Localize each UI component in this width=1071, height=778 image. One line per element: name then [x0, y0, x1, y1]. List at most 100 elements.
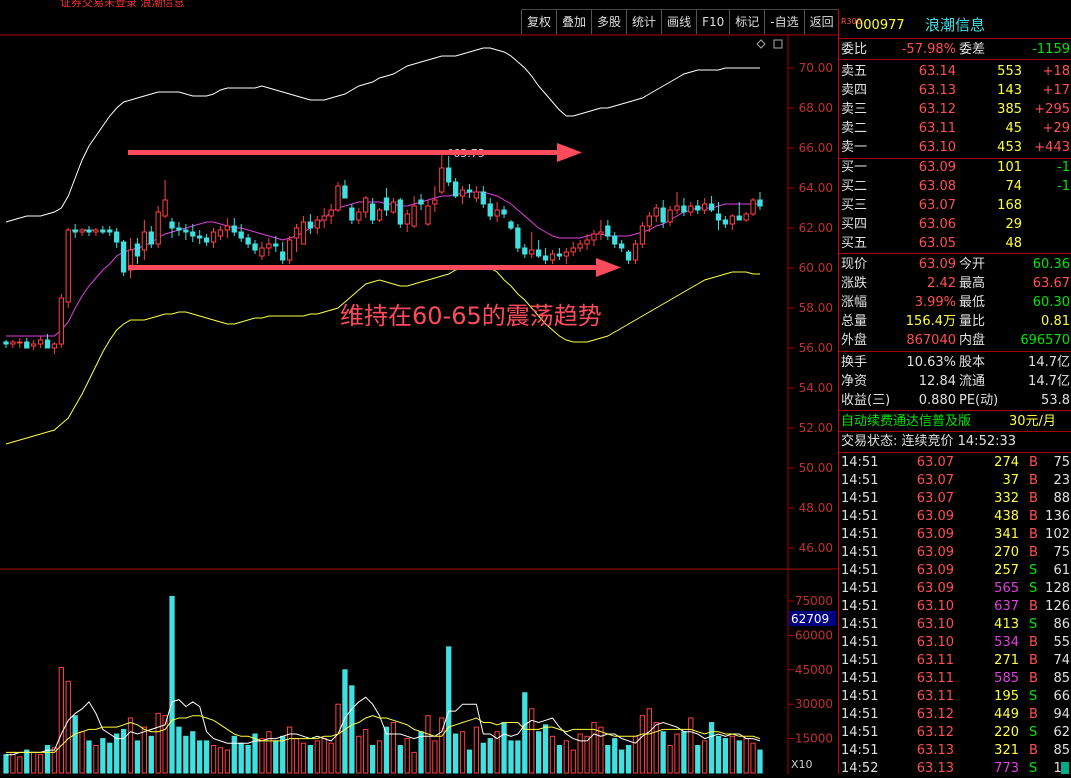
volume-bar: [197, 740, 203, 774]
toolbar-button-2[interactable]: 多股: [591, 10, 626, 34]
volume-bar: [722, 738, 729, 774]
candle-body: [369, 203, 376, 221]
tick-time: 14:51: [841, 545, 879, 560]
toolbar-button-5[interactable]: F10: [696, 10, 729, 34]
candle-body: [425, 205, 431, 225]
ask-label: 卖三: [841, 102, 868, 117]
y-tick-label: 58.00: [799, 301, 833, 315]
stat-label: 换手: [841, 355, 868, 370]
stat-label: 外盘: [841, 333, 868, 348]
tick-volume: 37: [1002, 473, 1019, 488]
diff-label: 委差: [959, 42, 986, 57]
volume-bar: [17, 756, 23, 774]
toolbar-button-3[interactable]: 统计: [626, 10, 661, 34]
tick-direction: S: [1029, 761, 1038, 776]
volume-bar: [522, 692, 528, 774]
candle-body: [134, 243, 141, 257]
ad-price[interactable]: 30元/月: [1009, 412, 1056, 431]
candle-body: [688, 205, 694, 213]
tick-direction: B: [1029, 743, 1038, 758]
candle-body: [494, 209, 500, 217]
volume-bar: [404, 738, 410, 774]
candle-body: [197, 235, 203, 239]
chart-toolbar: 复权 叠加 多股 统计 画线 F10 标记 -自选 返回: [521, 9, 839, 34]
tick-direction: S: [1029, 617, 1038, 632]
tick-direction: B: [1029, 635, 1038, 650]
candle-body: [280, 251, 286, 261]
toolbar-button-6[interactable]: 标记: [729, 10, 764, 34]
toolbar-button-1[interactable]: 叠加: [556, 10, 591, 34]
toolbar-button-8[interactable]: 返回: [803, 10, 839, 34]
tick-time: 14:51: [841, 653, 879, 668]
tick-count: 62: [1053, 725, 1070, 740]
bid-row: 买二 63.08 74 -1: [839, 177, 1071, 196]
stat-value: 14.7亿: [1028, 355, 1070, 370]
ask-price: 63.13: [918, 83, 956, 98]
tick-row: 14:51 63.11 271 B 74: [839, 651, 1071, 670]
candle-body: [231, 225, 237, 233]
stat-value: 12.84: [918, 374, 956, 389]
ask-label: 卖一: [841, 140, 868, 155]
volume-bar: [452, 733, 459, 774]
tick-row: 14:5263.13773S10: [839, 759, 1071, 778]
sep-line: [839, 38, 1071, 39]
volume-bar: [190, 731, 196, 774]
ask-change: +18: [1042, 64, 1070, 79]
stat-row: 收益(三) 0.880 PE(动) 53.8: [839, 391, 1071, 410]
volume-bar: [487, 738, 493, 774]
toolbar-button-0[interactable]: 复权: [521, 10, 556, 34]
y-tick-label: 60.00: [799, 261, 833, 275]
candle-body: [750, 199, 756, 215]
tick-price: 63.10: [916, 635, 954, 650]
candle-body: [58, 297, 64, 345]
volume-bar: [335, 703, 341, 774]
volume-bar: [702, 740, 708, 774]
tick-time: 14:51: [841, 527, 879, 542]
ratio-value: -57.98%: [901, 42, 956, 57]
sep-line: [839, 59, 1071, 60]
tick-volume: 257: [994, 563, 1019, 578]
toolbar-button-7[interactable]: -自选: [764, 10, 803, 34]
tick-volume: 413: [994, 617, 1019, 632]
candle-body: [93, 229, 99, 233]
tick-row: 14:51 63.09 341 B 102: [839, 525, 1071, 544]
bid-volume: 48: [1005, 236, 1022, 251]
volume-bar: [639, 715, 646, 774]
candle-body: [176, 227, 182, 231]
tick-count: 75: [1053, 545, 1070, 560]
tick-time: 14:51: [841, 491, 879, 506]
candle-body: [535, 249, 542, 257]
candle-body: [224, 225, 231, 231]
volume-bar: [535, 731, 542, 774]
candle-body: [563, 251, 569, 257]
candle-body: [736, 215, 742, 221]
tick-volume: 321: [994, 743, 1019, 758]
vol-tick-label: 75000: [795, 594, 833, 608]
tick-volume: 565: [994, 581, 1019, 596]
volume-bar: [356, 735, 362, 774]
volume-bar: [31, 751, 37, 774]
scrollbar-thumb[interactable]: [1061, 762, 1069, 774]
tick-time: 14:51: [841, 725, 879, 740]
y-tick-label: 56.00: [799, 341, 833, 355]
tick-row: 14:51 63.07 332 B 88: [839, 489, 1071, 508]
volume-bar: [86, 740, 92, 774]
volume-bar: [473, 726, 480, 774]
tick-direction: S: [1029, 689, 1038, 704]
volume-bar: [314, 740, 320, 774]
tick-price: 63.07: [916, 473, 954, 488]
tick-price: 63.12: [916, 725, 954, 740]
volume-bar: [549, 735, 556, 774]
stock-name[interactable]: 浪潮信息: [925, 16, 985, 35]
sep-line: [839, 351, 1071, 352]
volume-bar: [369, 744, 376, 774]
candle-body: [743, 213, 749, 221]
volume-bar: [148, 735, 154, 774]
volume-bar: [688, 717, 694, 774]
ask-change: +17: [1042, 83, 1070, 98]
volume-bar: [307, 744, 314, 774]
bid-price: 63.06: [918, 217, 956, 232]
ad-text[interactable]: 自动续费通达信普及版: [841, 412, 971, 431]
toolbar-button-4[interactable]: 画线: [661, 10, 696, 34]
tick-price: 63.10: [916, 617, 954, 632]
